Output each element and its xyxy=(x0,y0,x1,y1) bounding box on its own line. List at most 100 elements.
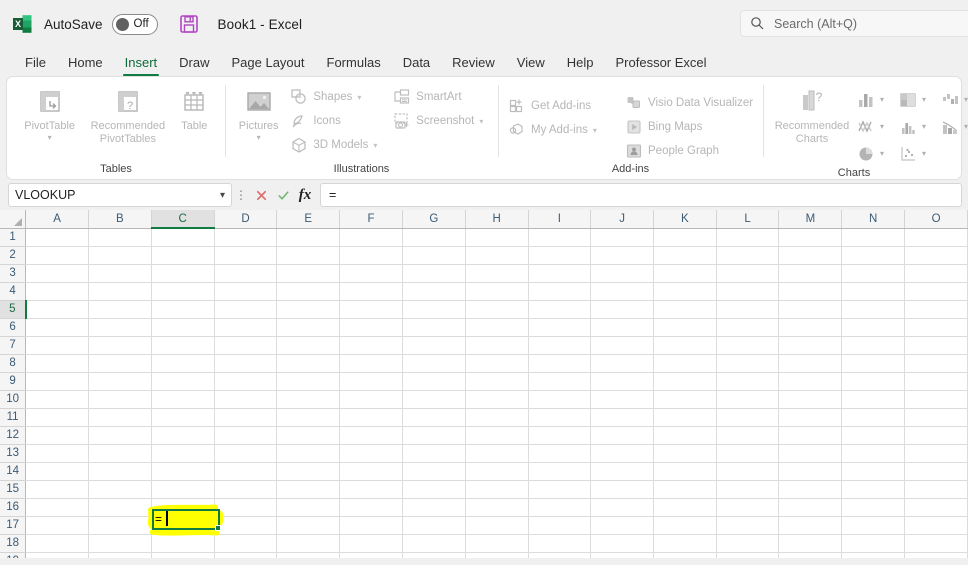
cell-F3[interactable] xyxy=(339,264,403,283)
row-header-17[interactable]: 17 xyxy=(0,516,27,535)
cell-A7[interactable] xyxy=(25,336,89,355)
cell-H15[interactable] xyxy=(465,480,529,499)
cell-D1[interactable] xyxy=(214,228,278,247)
formula-input[interactable]: = xyxy=(320,183,962,207)
cell-J3[interactable] xyxy=(590,264,654,283)
statistic-chart-button[interactable]: ▾ xyxy=(897,113,939,140)
cell-A11[interactable] xyxy=(25,408,89,427)
cell-I16[interactable] xyxy=(528,498,592,517)
cell-G2[interactable] xyxy=(402,246,466,265)
cell-J18[interactable] xyxy=(590,534,654,553)
cell-B1[interactable] xyxy=(88,228,152,247)
cell-M19[interactable] xyxy=(778,552,843,558)
cell-E15[interactable] xyxy=(276,480,341,499)
row-header-13[interactable]: 13 xyxy=(0,444,27,463)
cell-E17[interactable] xyxy=(276,516,341,535)
cell-E4[interactable] xyxy=(276,282,341,301)
cell-K2[interactable] xyxy=(653,246,717,265)
cell-C5[interactable] xyxy=(151,300,215,319)
tab-draw[interactable]: Draw xyxy=(168,55,220,76)
row-header-19[interactable]: 19 xyxy=(0,552,27,558)
cell-L10[interactable] xyxy=(716,390,780,409)
cell-M16[interactable] xyxy=(778,498,843,517)
tab-page-layout[interactable]: Page Layout xyxy=(221,55,316,76)
cell-A5[interactable] xyxy=(25,300,89,319)
cell-B8[interactable] xyxy=(88,354,152,373)
cell-C14[interactable] xyxy=(151,462,215,481)
cell-F12[interactable] xyxy=(339,426,403,445)
cell-A2[interactable] xyxy=(25,246,89,265)
cell-D15[interactable] xyxy=(214,480,278,499)
tab-home[interactable]: Home xyxy=(57,55,114,76)
cell-I19[interactable] xyxy=(528,552,592,558)
column-header-m[interactable]: M xyxy=(778,210,843,229)
cell-F6[interactable] xyxy=(339,318,403,337)
cell-C12[interactable] xyxy=(151,426,215,445)
cell-A1[interactable] xyxy=(25,228,89,247)
cell-E12[interactable] xyxy=(276,426,341,445)
column-header-h[interactable]: H xyxy=(465,210,529,229)
cell-I9[interactable] xyxy=(528,372,592,391)
cell-K16[interactable] xyxy=(653,498,717,517)
cell-C6[interactable] xyxy=(151,318,215,337)
cell-J4[interactable] xyxy=(590,282,654,301)
cell-I14[interactable] xyxy=(528,462,592,481)
cell-K14[interactable] xyxy=(653,462,717,481)
column-header-i[interactable]: I xyxy=(528,210,592,229)
cell-O9[interactable] xyxy=(904,372,968,391)
cell-A17[interactable] xyxy=(25,516,89,535)
cell-L9[interactable] xyxy=(716,372,780,391)
cell-K17[interactable] xyxy=(653,516,717,535)
cell-A10[interactable] xyxy=(25,390,89,409)
cell-M11[interactable] xyxy=(778,408,843,427)
cell-N10[interactable] xyxy=(841,390,906,409)
cell-O4[interactable] xyxy=(904,282,968,301)
column-header-n[interactable]: N xyxy=(841,210,906,229)
cell-I6[interactable] xyxy=(528,318,592,337)
cell-K15[interactable] xyxy=(653,480,717,499)
cell-G10[interactable] xyxy=(402,390,466,409)
cell-M2[interactable] xyxy=(778,246,843,265)
cell-I13[interactable] xyxy=(528,444,592,463)
cell-L8[interactable] xyxy=(716,354,780,373)
cell-F2[interactable] xyxy=(339,246,403,265)
cell-C9[interactable] xyxy=(151,372,215,391)
save-disk-icon[interactable] xyxy=(178,13,200,35)
cell-O2[interactable] xyxy=(904,246,968,265)
cell-F8[interactable] xyxy=(339,354,403,373)
row-header-8[interactable]: 8 xyxy=(0,354,27,373)
cell-H19[interactable] xyxy=(465,552,529,558)
cell-E3[interactable] xyxy=(276,264,341,283)
screenshot-button[interactable]: Screenshot ▾ xyxy=(389,109,492,133)
cell-C1[interactable] xyxy=(151,228,215,247)
chevron-down-icon[interactable]: ▾ xyxy=(257,133,261,142)
cell-N9[interactable] xyxy=(841,372,906,391)
cell-C18[interactable] xyxy=(151,534,215,553)
cell-L13[interactable] xyxy=(716,444,780,463)
cell-N13[interactable] xyxy=(841,444,906,463)
table-button[interactable]: Table xyxy=(169,82,219,133)
get-add-ins-button[interactable]: Get Add-ins xyxy=(504,94,621,118)
cell-D8[interactable] xyxy=(214,354,278,373)
cell-F5[interactable] xyxy=(339,300,403,319)
chevron-down-icon[interactable]: ▾ xyxy=(48,133,52,142)
cell-A6[interactable] xyxy=(25,318,89,337)
cell-O17[interactable] xyxy=(904,516,968,535)
cell-D5[interactable] xyxy=(214,300,278,319)
insert-function-icon[interactable]: fx xyxy=(294,184,316,206)
cell-H13[interactable] xyxy=(465,444,529,463)
hierarchy-chart-button[interactable]: ▾ xyxy=(897,86,939,113)
chevron-down-icon[interactable]: ▾ xyxy=(880,122,884,131)
cell-O8[interactable] xyxy=(904,354,968,373)
waterfall-chart-button[interactable]: ▾ xyxy=(939,86,968,113)
cell-O13[interactable] xyxy=(904,444,968,463)
cell-E11[interactable] xyxy=(276,408,341,427)
cell-H8[interactable] xyxy=(465,354,529,373)
cell-C19[interactable] xyxy=(151,552,215,558)
cell-L7[interactable] xyxy=(716,336,780,355)
visio-data-visualizer-button[interactable]: Visio Data Visualizer xyxy=(621,91,757,115)
tab-insert[interactable]: Insert xyxy=(114,55,169,76)
row-header-1[interactable]: 1 xyxy=(0,228,27,247)
cell-L17[interactable] xyxy=(716,516,780,535)
cell-G3[interactable] xyxy=(402,264,466,283)
